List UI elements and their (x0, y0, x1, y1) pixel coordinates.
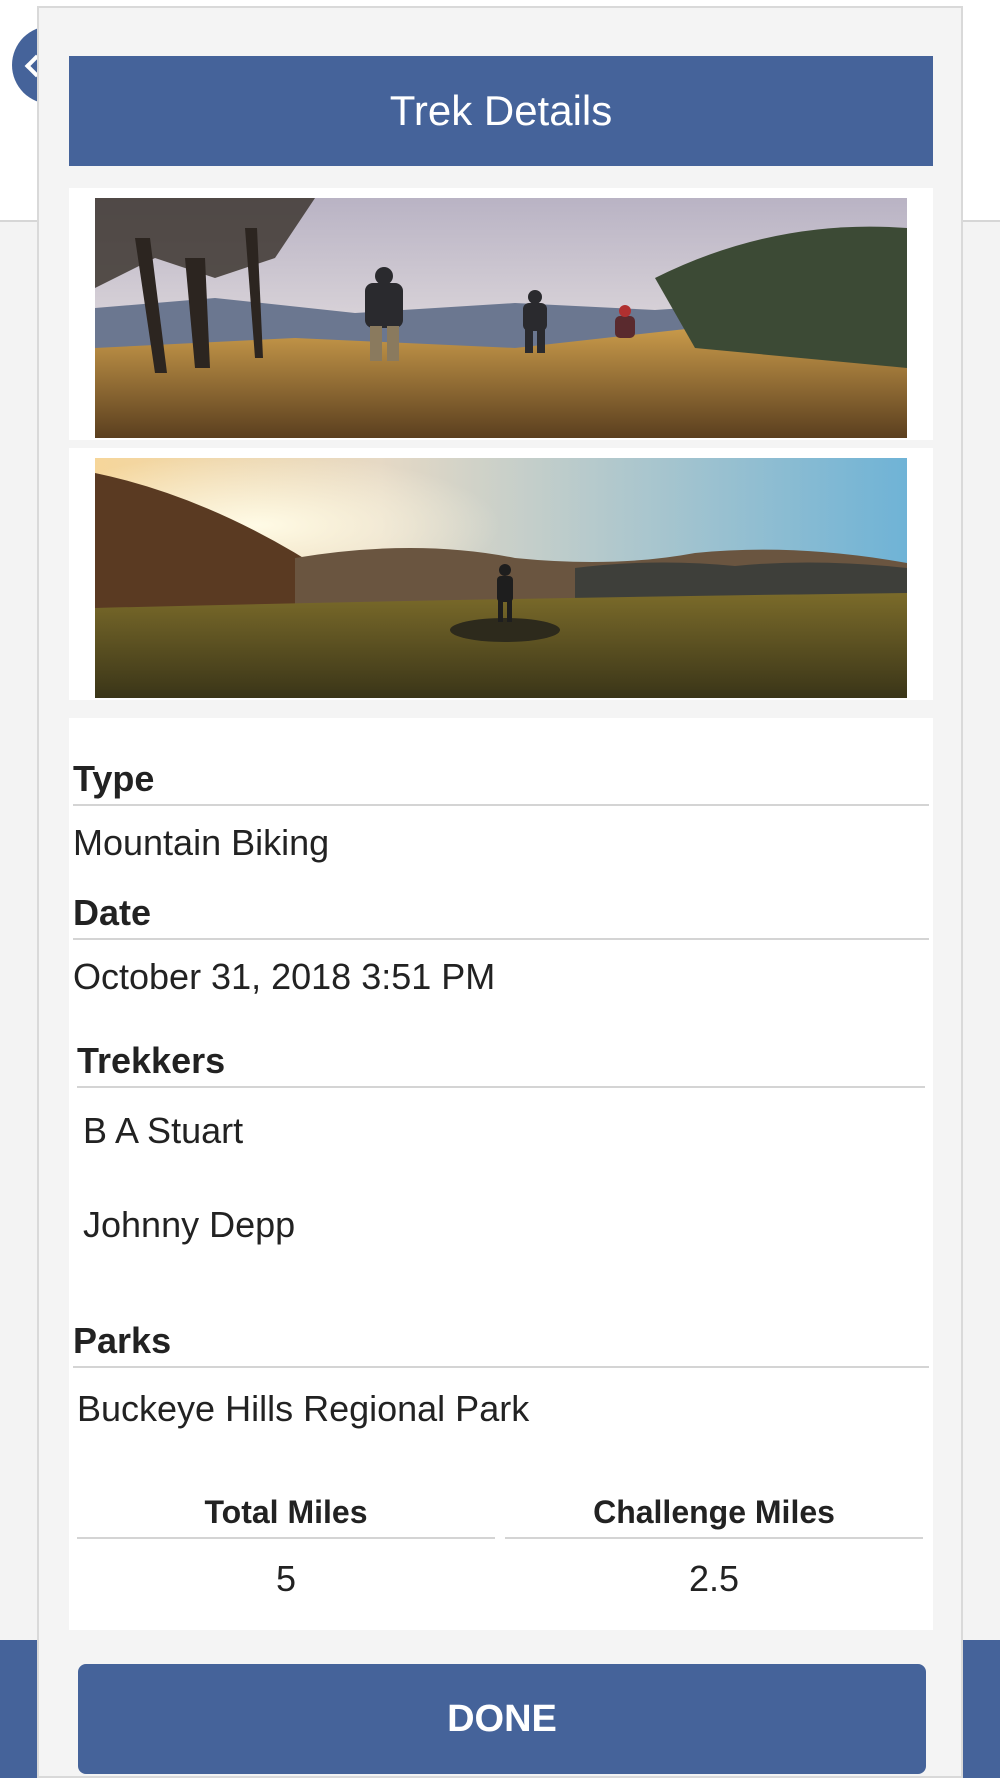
total-miles-value: 5 (275, 1558, 297, 1599)
challenge-miles-value: 2.5 (688, 1558, 740, 1599)
trek-details-modal: Trek Details Type Mountain Biking Date O… (37, 6, 963, 1778)
date-value: October 31, 2018 3:51 PM (73, 956, 496, 997)
parks-label: Parks (73, 1320, 929, 1368)
date-label: Date (73, 892, 929, 940)
trekker-item[interactable]: Johnny Depp (83, 1204, 295, 1246)
hikers-photo[interactable] (95, 198, 907, 438)
photo-card (69, 188, 933, 440)
trekkers-label: Trekkers (77, 1040, 925, 1088)
type-label: Type (73, 758, 929, 806)
photo-card (69, 448, 933, 700)
park-item[interactable]: Buckeye Hills Regional Park (77, 1388, 529, 1430)
done-button[interactable]: DONE (78, 1664, 926, 1774)
modal-header: Trek Details (69, 56, 933, 166)
sunset-hiker-photo[interactable] (95, 458, 907, 698)
modal-title: Trek Details (389, 87, 613, 134)
total-miles-label: Total Miles (77, 1494, 495, 1539)
trek-details-section: Type Mountain Biking Date October 31, 20… (69, 718, 933, 1630)
trekker-item[interactable]: B A Stuart (83, 1110, 243, 1152)
challenge-miles-label: Challenge Miles (505, 1494, 923, 1539)
type-value: Mountain Biking (73, 822, 330, 863)
